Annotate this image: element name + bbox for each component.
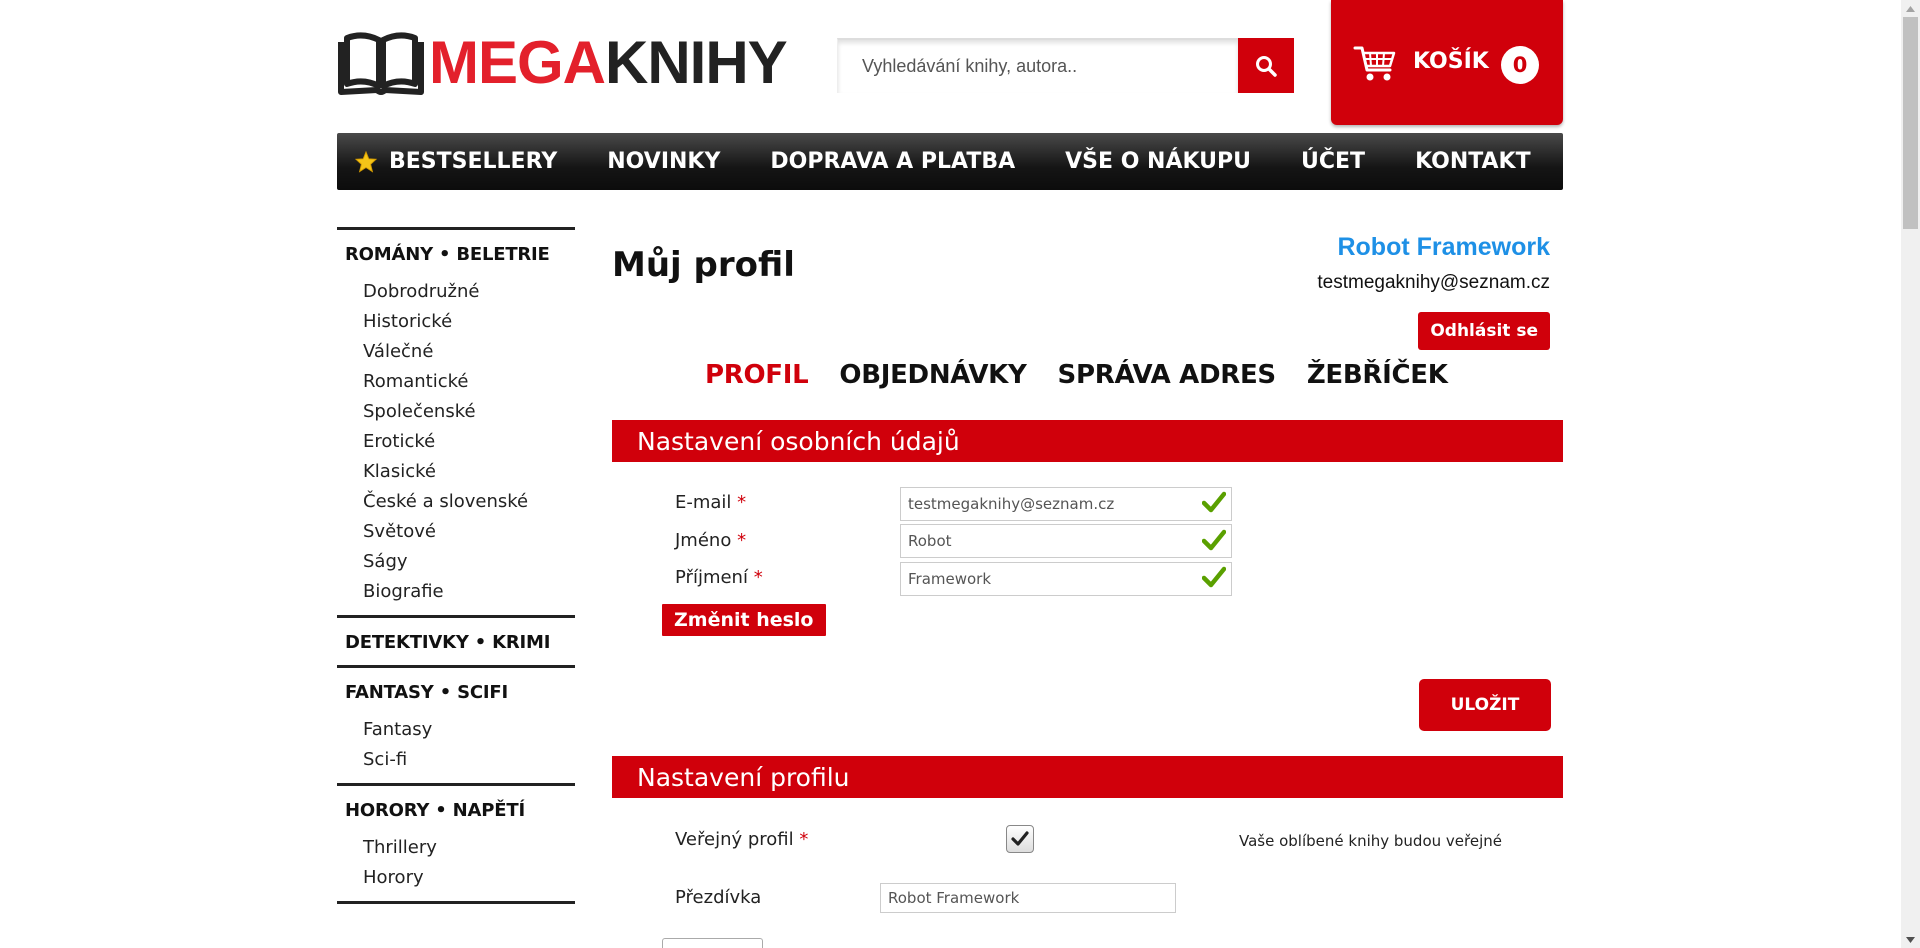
nav-item-bestsellery[interactable]: BESTSELLERY xyxy=(355,149,557,174)
category-romany: ROMÁNY • BELETRIE Dobrodružné Historické… xyxy=(337,227,575,615)
check-icon xyxy=(1202,529,1226,551)
logout-button[interactable]: Odhlásit se xyxy=(1418,312,1550,350)
required-mark: * xyxy=(737,492,747,513)
category-fantasy: FANTASY • SCIFI Fantasy Sci-fi xyxy=(337,665,575,783)
nav-item-label: BESTSELLERY xyxy=(389,149,558,174)
category-title[interactable]: ROMÁNY • BELETRIE xyxy=(345,244,575,265)
category-title[interactable]: HORORY • NAPĚTÍ xyxy=(345,800,575,821)
book-logo-icon xyxy=(338,32,424,95)
email-field[interactable] xyxy=(900,487,1232,521)
section-personal-title: Nastavení osobních údajů xyxy=(612,420,1563,462)
cart-button[interactable]: KOŠÍK 0 xyxy=(1331,0,1563,125)
scroll-up-arrow-icon[interactable] xyxy=(1901,0,1920,17)
tab-sprava-adres[interactable]: SPRÁVA ADRES xyxy=(1058,360,1277,390)
nav-item-novinky[interactable]: NOVINKY xyxy=(607,149,720,174)
required-mark: * xyxy=(737,530,747,551)
category-item[interactable]: Válečné xyxy=(363,337,575,367)
public-profile-label: Veřejný profil * xyxy=(675,829,808,850)
nickname-label: Přezdívka xyxy=(675,887,762,908)
category-item[interactable]: Sci-fi xyxy=(363,745,575,775)
category-item[interactable]: Klasické xyxy=(363,457,575,487)
category-detektivky: DETEKTIVKY • KRIMI xyxy=(337,615,575,665)
profile-tabs: PROFIL OBJEDNÁVKY SPRÁVA ADRES ŽEBŘÍČEK xyxy=(705,360,1479,390)
category-title[interactable]: FANTASY • SCIFI xyxy=(345,682,575,703)
logo-text: MEGAKNIHY xyxy=(429,33,788,93)
tab-profil[interactable]: PROFIL xyxy=(705,360,809,390)
required-mark: * xyxy=(799,829,809,850)
category-item[interactable]: Ságy xyxy=(363,547,575,577)
nickname-field[interactable] xyxy=(880,883,1176,913)
category-item[interactable]: Biografie xyxy=(363,577,575,607)
page: MEGAKNIHY KOŠÍK 0 xyxy=(337,0,1563,948)
category-item[interactable]: Společenské xyxy=(363,397,575,427)
search-input[interactable] xyxy=(837,38,1238,93)
check-icon xyxy=(1202,566,1226,588)
logo-knihy: KNIHY xyxy=(605,29,788,96)
save-button[interactable]: ULOŽIT xyxy=(1419,679,1551,731)
last-name-field[interactable] xyxy=(900,562,1232,596)
change-password-button[interactable]: Změnit heslo xyxy=(662,604,826,636)
star-icon xyxy=(355,150,377,173)
public-profile-checkbox[interactable] xyxy=(1006,825,1034,853)
search-button[interactable] xyxy=(1238,38,1294,93)
category-item[interactable]: Romantické xyxy=(363,367,575,397)
category-item[interactable]: České a slovenské xyxy=(363,487,575,517)
scroll-down-arrow-icon[interactable] xyxy=(1901,931,1920,948)
checkmark-icon xyxy=(1011,831,1029,846)
category-list: Dobrodružné Historické Válečné Romantick… xyxy=(345,277,575,607)
category-list: Thrillery Horory xyxy=(345,833,575,893)
logo[interactable]: MEGAKNIHY xyxy=(337,30,788,96)
page-title: Můj profil xyxy=(612,245,795,285)
main-nav: BESTSELLERY NOVINKY DOPRAVA A PLATBA VŠE… xyxy=(337,133,1563,190)
last-name-label-text: Příjmení xyxy=(675,567,748,588)
cart-icon xyxy=(1353,46,1396,81)
category-title[interactable]: DETEKTIVKY • KRIMI xyxy=(345,632,575,653)
logo-mega: MEGA xyxy=(429,29,606,96)
category-divider xyxy=(337,901,575,904)
nav-item-kontakt[interactable]: KONTAKT xyxy=(1415,149,1531,174)
tab-objednavky[interactable]: OBJEDNÁVKY xyxy=(839,360,1026,390)
first-name-label: Jméno * xyxy=(675,530,746,551)
nav-item-doprava-a-platba[interactable]: DOPRAVA A PLATBA xyxy=(770,149,1015,174)
category-item[interactable]: Erotické xyxy=(363,427,575,457)
public-profile-label-text: Veřejný profil xyxy=(675,829,794,850)
user-email: testmegaknihy@seznam.cz xyxy=(1317,272,1550,293)
cart-count-badge: 0 xyxy=(1501,46,1539,84)
nav-item-ucet[interactable]: ÚČET xyxy=(1301,149,1365,174)
category-list: Fantasy Sci-fi xyxy=(345,715,575,775)
nav-item-vse-o-nakupu[interactable]: VŠE O NÁKUPU xyxy=(1065,149,1251,174)
category-item[interactable]: Historické xyxy=(363,307,575,337)
first-name-field[interactable] xyxy=(900,524,1232,558)
public-profile-note: Vaše oblíbené knihy budou veřejné xyxy=(1239,832,1502,850)
partial-button[interactable] xyxy=(662,938,763,948)
category-horory: HORORY • NAPĚTÍ Thrillery Horory xyxy=(337,783,575,901)
first-name-label-text: Jméno xyxy=(675,530,732,551)
cart-label: KOŠÍK xyxy=(1413,49,1489,74)
scrollbar-thumb[interactable] xyxy=(1903,17,1918,229)
required-mark: * xyxy=(753,567,763,588)
category-item[interactable]: Dobrodružné xyxy=(363,277,575,307)
tab-zebricek[interactable]: ŽEBŘÍČEK xyxy=(1307,360,1448,390)
email-label-text: E-mail xyxy=(675,492,732,513)
search-icon xyxy=(1256,55,1277,77)
email-label: E-mail * xyxy=(675,492,746,513)
category-sidebar: ROMÁNY • BELETRIE Dobrodružné Historické… xyxy=(337,227,575,904)
category-item[interactable]: Horory xyxy=(363,863,575,893)
category-item[interactable]: Světové xyxy=(363,517,575,547)
section-profile-title: Nastavení profilu xyxy=(612,756,1563,798)
check-icon xyxy=(1202,491,1226,513)
search-bar xyxy=(837,38,1294,93)
user-name: Robot Framework xyxy=(1337,233,1550,261)
category-item[interactable]: Thrillery xyxy=(363,833,575,863)
category-item[interactable]: Fantasy xyxy=(363,715,575,745)
page-scrollbar[interactable] xyxy=(1901,0,1920,948)
last-name-label: Příjmení * xyxy=(675,567,763,588)
